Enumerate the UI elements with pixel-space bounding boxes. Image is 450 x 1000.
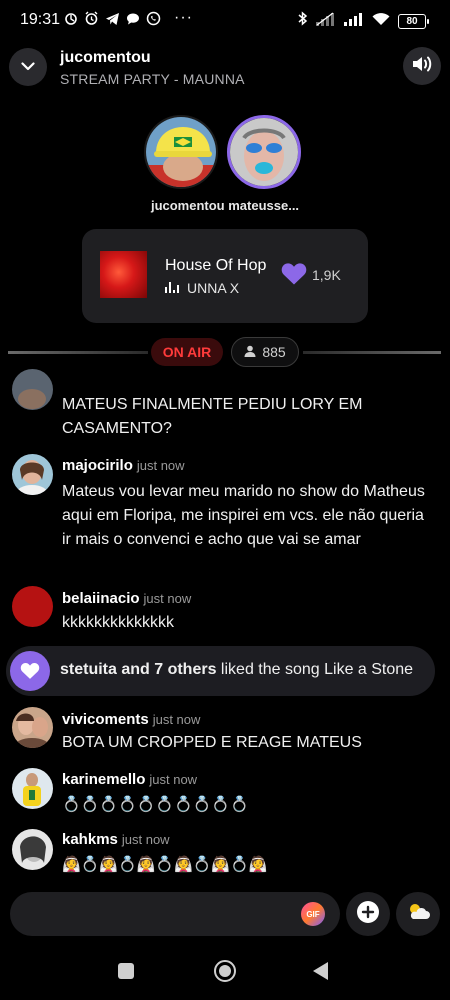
song-title: House Of Hope (165, 257, 267, 274)
chat-timestamp: just now (152, 712, 201, 727)
sync-icon (64, 12, 78, 30)
plus-icon (357, 900, 379, 928)
host-names: jucomentou mateusse... (150, 198, 300, 213)
telegram-icon (105, 12, 120, 30)
song-like-count: 1,9K (312, 267, 341, 283)
chat-avatar-majocirilo[interactable] (12, 454, 53, 495)
chevron-down-icon (21, 58, 35, 76)
chat-avatar-partial[interactable] (12, 369, 53, 410)
equalizer-icon (165, 280, 181, 296)
chat-timestamp: just now (149, 772, 198, 787)
notice-actor[interactable]: stetuita and 7 others (60, 661, 216, 678)
chat-username[interactable]: belaiinacio just now (62, 590, 191, 607)
chat-avatar-belaiinacio[interactable] (12, 586, 53, 627)
stream-subtitle: STREAM PARTY - MAUNNA (60, 71, 245, 87)
chat-username[interactable]: vivicoments just now (62, 711, 200, 728)
recents-button[interactable] (118, 963, 134, 979)
chat-message-partial: MATEUS FINALMENTE PEDIU LORY EM CASAMENT… (62, 396, 363, 437)
chat-username[interactable]: majocirilo just now (62, 457, 185, 474)
viewer-count: 885 (262, 344, 286, 360)
alarm-icon (84, 11, 99, 30)
bluetooth-icon (298, 11, 308, 31)
chat-avatar-karinemello[interactable] (12, 768, 53, 809)
weather-button[interactable] (396, 892, 440, 936)
song-like-notice: stetuita and 7 others liked the song Lik… (6, 646, 435, 696)
divider-left (8, 351, 148, 354)
collapse-button[interactable] (9, 48, 47, 86)
status-bar: 19:31 ··· 80 (0, 0, 450, 40)
like-song-button[interactable] (281, 262, 307, 291)
chat-username[interactable]: karinemello just now (62, 771, 197, 788)
notice-action: liked the song Like a Stone (216, 661, 414, 678)
whatsapp-icon (146, 11, 161, 30)
chat-avatar-kahkms[interactable] (12, 829, 53, 870)
stream-host-title: jucomentou (60, 49, 151, 66)
signal-icon (344, 12, 364, 31)
notice-text: stetuita and 7 others liked the song Lik… (60, 661, 413, 679)
status-time: 19:31 (20, 11, 61, 28)
sun-behind-cloud-icon (406, 902, 430, 926)
song-artist: UNNA X (187, 280, 240, 296)
battery-indicator: 80 (398, 13, 429, 29)
chat-message-text: kkkkkkkkkkkkkk (62, 614, 174, 631)
status-notification-icons (64, 11, 161, 30)
volume-button[interactable] (403, 47, 441, 85)
chat-timestamp: just now (143, 591, 192, 606)
status-system-icons: 80 (298, 11, 429, 31)
chat-message-text: 👰💍👰💍👰💍👰💍👰💍👰 (62, 856, 268, 873)
chat-message-text: 💍💍💍💍💍💍💍💍💍💍 (62, 796, 249, 813)
on-air-badge: ON AIR (151, 338, 223, 366)
back-button[interactable] (313, 962, 328, 980)
signal-weak-icon (316, 12, 336, 31)
chat-message-text: Mateus vou levar meu marido no show do M… (62, 483, 425, 548)
divider-right (303, 351, 441, 354)
chat-bubble-icon (126, 12, 140, 30)
add-button[interactable] (346, 892, 390, 936)
gif-button[interactable]: GIF (301, 902, 325, 926)
viewer-count-badge[interactable]: 885 (231, 337, 299, 367)
chat-message-text: BOTA UM CROPPED E REAGE MATEUS (62, 734, 362, 751)
host-avatar-mateusse[interactable] (227, 115, 301, 189)
chat-timestamp: just now (136, 458, 185, 473)
status-overflow: ··· (174, 9, 193, 26)
song-artist-row: UNNA X (165, 280, 239, 296)
chat-input[interactable]: GIF (10, 892, 340, 936)
now-playing-card[interactable]: House Of Hope UNNA X 1,9K (82, 229, 368, 323)
heart-icon (281, 263, 307, 290)
chat-timestamp: just now (121, 832, 170, 847)
heart-icon (10, 651, 50, 691)
album-art (100, 251, 147, 298)
chat-avatar-vivicoments[interactable] (12, 707, 53, 748)
person-icon (244, 344, 256, 360)
home-button[interactable] (214, 960, 236, 982)
chat-username[interactable]: kahkms just now (62, 831, 170, 848)
speaker-icon (411, 54, 433, 79)
host-avatar-jucomentou[interactable] (144, 115, 218, 189)
wifi-icon (372, 12, 390, 31)
